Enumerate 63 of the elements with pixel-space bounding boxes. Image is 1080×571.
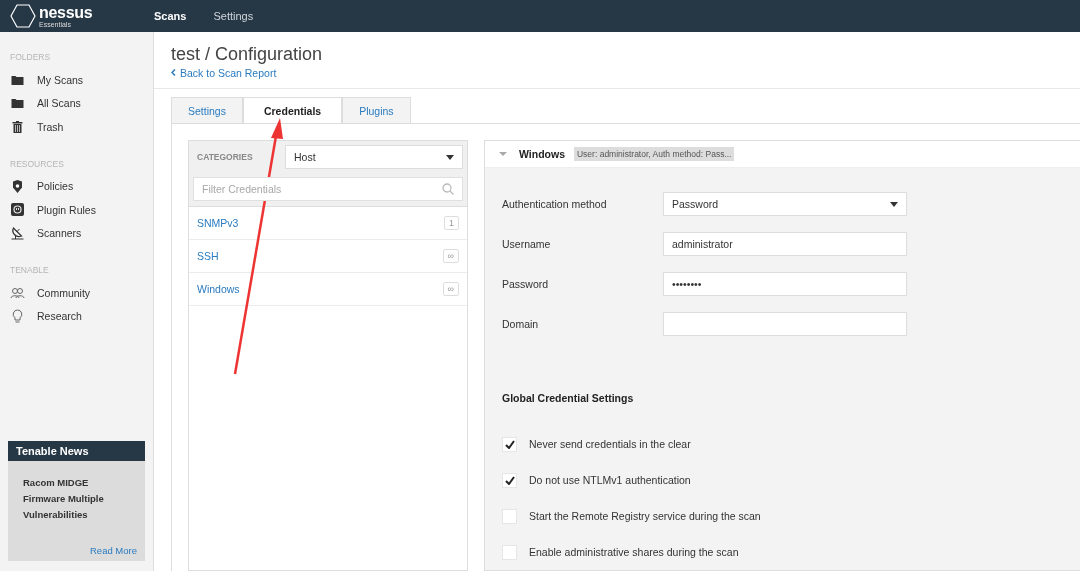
section-heading: Global Credential Settings	[502, 392, 635, 404]
tab[interactable]: Credentials	[242, 97, 343, 124]
caret-down-icon	[890, 201, 898, 207]
satellite-dish-icon	[10, 226, 25, 241]
sidebar-item[interactable]: Scanners	[10, 221, 153, 245]
lightbulb-icon	[10, 309, 25, 324]
section-title: TENABLE	[10, 265, 50, 275]
hexagon-logo-icon	[10, 4, 36, 28]
count-badge: ∞	[442, 249, 459, 263]
filter-field[interactable]: Filter Credentials	[193, 177, 463, 201]
nav-link[interactable]: Scans	[154, 10, 187, 22]
page-title: test / Configuration	[171, 43, 324, 66]
field-label: Password	[502, 278, 550, 290]
count-badge: 1	[444, 216, 459, 230]
credential-type-item[interactable]: SNMPv3 1	[189, 207, 467, 240]
checkbox-label: Enable administrative shares during the scan	[529, 546, 739, 558]
field-label: Username	[502, 238, 552, 250]
categories-label: CATEGORIES	[197, 152, 253, 162]
checkbox-label: Start the Remote Registry service during the scan	[529, 510, 761, 522]
sidebar-item[interactable]: All Scans	[10, 91, 153, 115]
news-headline: Racom MIDGE Firmware Multiple Vulnerabilities	[22, 476, 105, 522]
tab[interactable]: Settings	[171, 97, 243, 123]
count-badge: ∞	[442, 282, 459, 296]
section-title: FOLDERS	[10, 52, 52, 62]
credential-type-item[interactable]: Windows ∞	[189, 273, 467, 306]
folder-icon	[10, 74, 25, 85]
checkbox-label: Do not use NTLMv1 authentication	[529, 474, 691, 486]
category-dropdown[interactable]: Host	[285, 145, 463, 169]
input-field[interactable]: administrator	[663, 232, 907, 256]
credential-type-item[interactable]: SSH ∞	[189, 240, 467, 273]
folder-icon	[10, 98, 25, 109]
chevron-left-icon	[171, 69, 176, 76]
section-title: RESOURCES	[10, 158, 65, 169]
sidebar-item[interactable]: My Scans	[10, 68, 153, 92]
sidebar-item[interactable]: Trash	[10, 115, 153, 139]
plug-icon	[10, 203, 25, 217]
sidebar-item[interactable]: Plugin Rules	[10, 198, 153, 222]
field-label: Domain	[502, 318, 540, 330]
tab[interactable]: Plugins	[342, 97, 411, 123]
checkbox[interactable]	[502, 544, 517, 560]
auth-method-dropdown[interactable]: Password	[663, 192, 907, 216]
news-title: Tenable News	[8, 441, 145, 461]
credential-title: Windows	[519, 148, 565, 160]
sidebar-item[interactable]: Research	[10, 304, 153, 328]
nav-link[interactable]: Settings	[213, 10, 254, 22]
shield-icon	[10, 179, 25, 193]
trash-icon	[10, 120, 25, 133]
summary-tag: User: administrator, Auth method: Pass...	[574, 147, 735, 161]
input-field[interactable]	[663, 312, 907, 336]
logo-name: nessus	[39, 4, 93, 21]
sidebar-item[interactable]: Community	[10, 281, 153, 305]
people-icon	[10, 286, 25, 299]
checkbox[interactable]	[502, 472, 517, 488]
search-icon	[442, 183, 454, 195]
field-label: Authentication method	[502, 198, 608, 210]
caret-down-icon	[446, 154, 454, 160]
sidebar-item[interactable]: Policies	[10, 174, 153, 198]
checkbox[interactable]	[502, 508, 517, 524]
back-link[interactable]: Back to Scan Report	[171, 66, 277, 79]
checkbox-label: Never send credentials in the clear	[529, 438, 691, 450]
input-field[interactable]: ••••••••	[663, 272, 907, 296]
checkbox[interactable]	[502, 436, 517, 452]
caret-down-icon[interactable]	[499, 150, 507, 158]
